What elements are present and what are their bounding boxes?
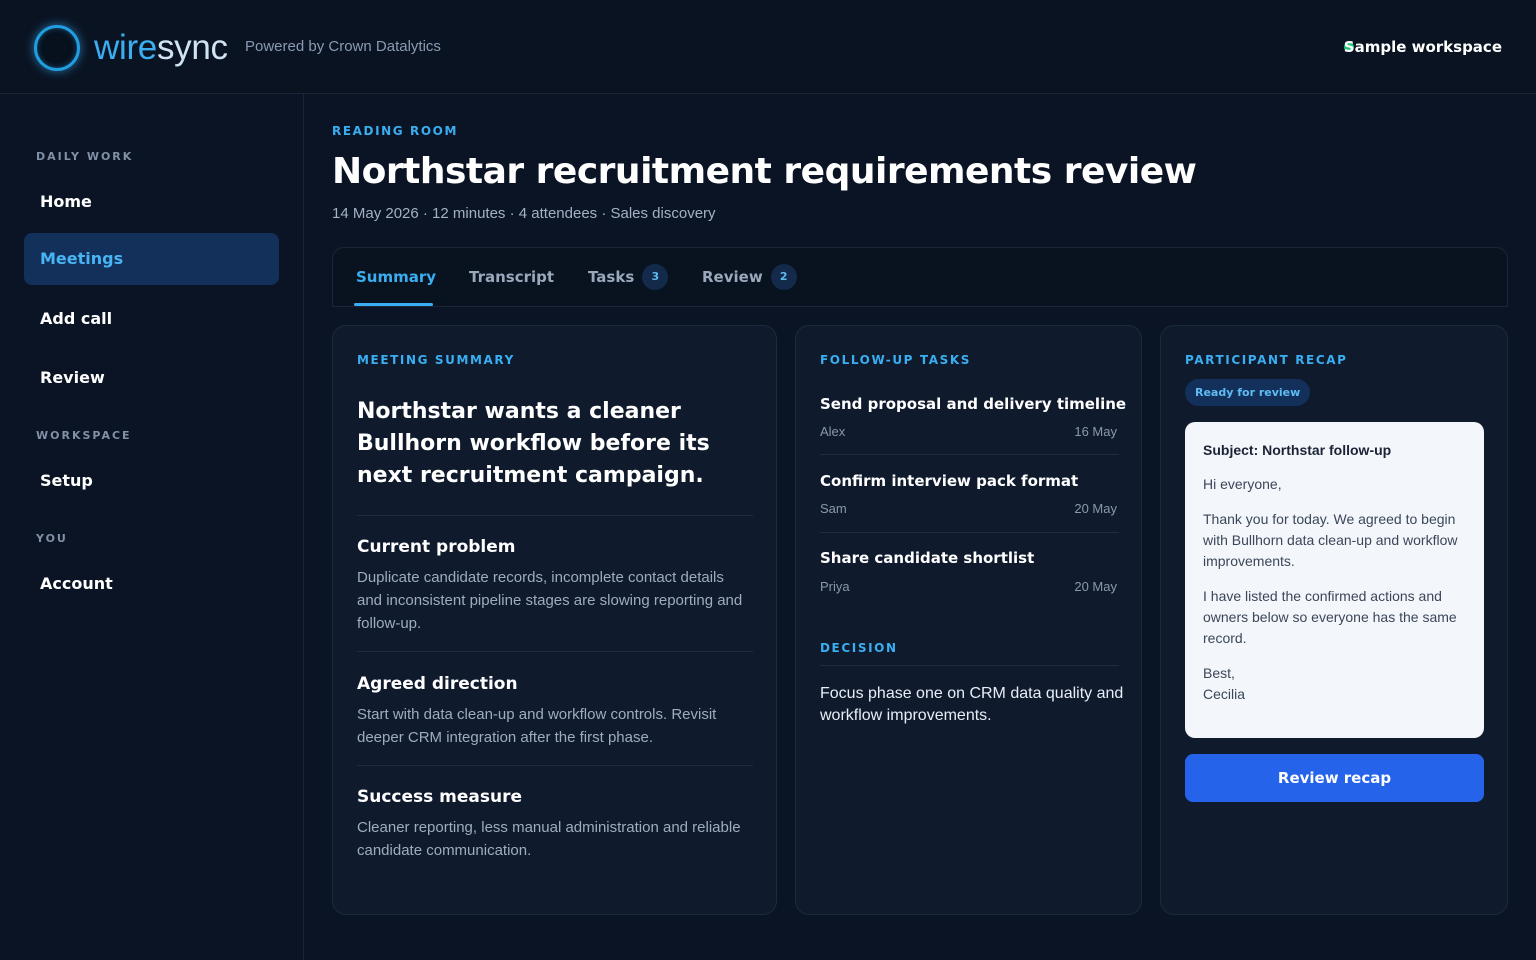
summary-divider (357, 765, 753, 766)
sidebar-item-add-call[interactable]: Add call (24, 293, 279, 345)
participant-recap-heading: PARTICIPANT RECAP (1185, 353, 1348, 367)
app-root: wiresync Powered by Crown Datalytics Sam… (0, 0, 1536, 960)
top-header: wiresync Powered by Crown Datalytics Sam… (0, 0, 1536, 94)
tab-review-label: Review (702, 268, 763, 286)
meeting-summary-card: MEETING SUMMARY Northstar wants a cleane… (332, 325, 777, 915)
summary-divider (357, 515, 753, 516)
tab-transcript-label: Transcript (469, 268, 555, 286)
tab-tasks-label: Tasks (588, 268, 635, 286)
task-title[interactable]: Share candidate shortlist (820, 549, 1034, 567)
task-divider (820, 454, 1119, 455)
decision-divider (820, 665, 1119, 666)
summary-divider (357, 651, 753, 652)
sidebar-item-home[interactable]: Home (24, 176, 279, 228)
task-owner: Priya (820, 579, 850, 594)
section-title-success-measure: Success measure (357, 787, 523, 807)
decision-heading: DECISION (820, 641, 898, 655)
brand-part-1: wire (94, 28, 157, 67)
task-divider (820, 532, 1119, 533)
task-owner: Sam (820, 501, 847, 516)
sidebar-item-review[interactable]: Review (24, 352, 279, 404)
email-signature-name: Cecilia (1203, 686, 1246, 702)
active-tab-indicator (354, 303, 433, 306)
sidebar-item-meetings[interactable]: Meetings (24, 233, 279, 285)
section-body-current-problem: Duplicate candidate records, incomplete … (357, 569, 743, 632)
task-owner: Alex (820, 424, 846, 439)
section-body-success-measure: Cleaner reporting, less manual administr… (357, 819, 741, 859)
email-signoff: Best, (1203, 665, 1235, 681)
review-recap-button[interactable]: Review recap (1185, 754, 1484, 802)
tab-review-count-badge: 2 (770, 263, 797, 290)
follow-up-tasks-heading: FOLLOW-UP TASKS (820, 353, 971, 367)
sidebar-heading-you: YOU (36, 532, 68, 545)
task-due-date: 20 May (1074, 579, 1117, 594)
logo-ring-icon (34, 25, 80, 71)
brand-logo[interactable]: wiresync (94, 26, 228, 70)
sidebar-heading-workspace: WORKSPACE (36, 429, 132, 442)
status-badge: Ready for review (1185, 379, 1311, 406)
summary-lead: Northstar wants a cleaner Bullhorn workf… (357, 399, 710, 488)
workspace-switcher[interactable]: Sample workspace (1344, 37, 1502, 57)
decision-text: Focus phase one on CRM data quality and … (820, 685, 1124, 724)
section-body-agreed-direction: Start with data clean-up and workflow co… (357, 706, 717, 746)
recap-email-preview: Subject: Northstar follow-up Hi everyone… (1185, 422, 1484, 738)
sidebar-item-account[interactable]: Account (24, 558, 279, 610)
tab-summary-label: Summary (356, 268, 437, 286)
sidebar: DAILY WORK Home Meetings Add call Review… (0, 94, 304, 960)
participant-recap-card: PARTICIPANT RECAP Ready for review Subje… (1160, 325, 1508, 915)
email-greeting: Hi everyone, (1203, 476, 1282, 492)
tab-bar: Summary Transcript Tasks 3 Review 2 (332, 247, 1508, 307)
email-subject: Subject: Northstar follow-up (1203, 442, 1392, 458)
section-title-agreed-direction: Agreed direction (357, 674, 518, 694)
tab-transcript[interactable]: Transcript (469, 248, 554, 307)
powered-by-text: Powered by Crown Datalytics (245, 38, 441, 55)
task-due-date: 20 May (1074, 501, 1117, 516)
section-title-current-problem: Current problem (357, 537, 516, 557)
sidebar-item-setup[interactable]: Setup (24, 455, 279, 507)
meeting-meta: 14 May 2026 · 12 minutes · 4 attendees ·… (332, 205, 716, 222)
tab-tasks-count-badge: 3 (642, 263, 669, 290)
tab-tasks[interactable]: Tasks 3 (588, 248, 669, 307)
tab-summary[interactable]: Summary (356, 248, 436, 307)
tab-review[interactable]: Review 2 (702, 248, 797, 307)
page-title: Northstar recruitment requirements revie… (332, 151, 1197, 192)
follow-up-tasks-card: FOLLOW-UP TASKS Send proposal and delive… (795, 325, 1142, 915)
brand-part-2: sync (156, 28, 228, 67)
task-title[interactable]: Confirm interview pack format (820, 472, 1078, 490)
meeting-summary-heading: MEETING SUMMARY (357, 353, 515, 367)
email-paragraph: Thank you for today. We agreed to begin … (1203, 511, 1458, 569)
task-title[interactable]: Send proposal and delivery timeline (820, 395, 1126, 413)
page-eyebrow: READING ROOM (332, 124, 459, 138)
task-due-date: 16 May (1074, 424, 1117, 439)
sidebar-heading-daily-work: DAILY WORK (36, 150, 134, 163)
email-paragraph: I have listed the confirmed actions and … (1203, 588, 1457, 646)
